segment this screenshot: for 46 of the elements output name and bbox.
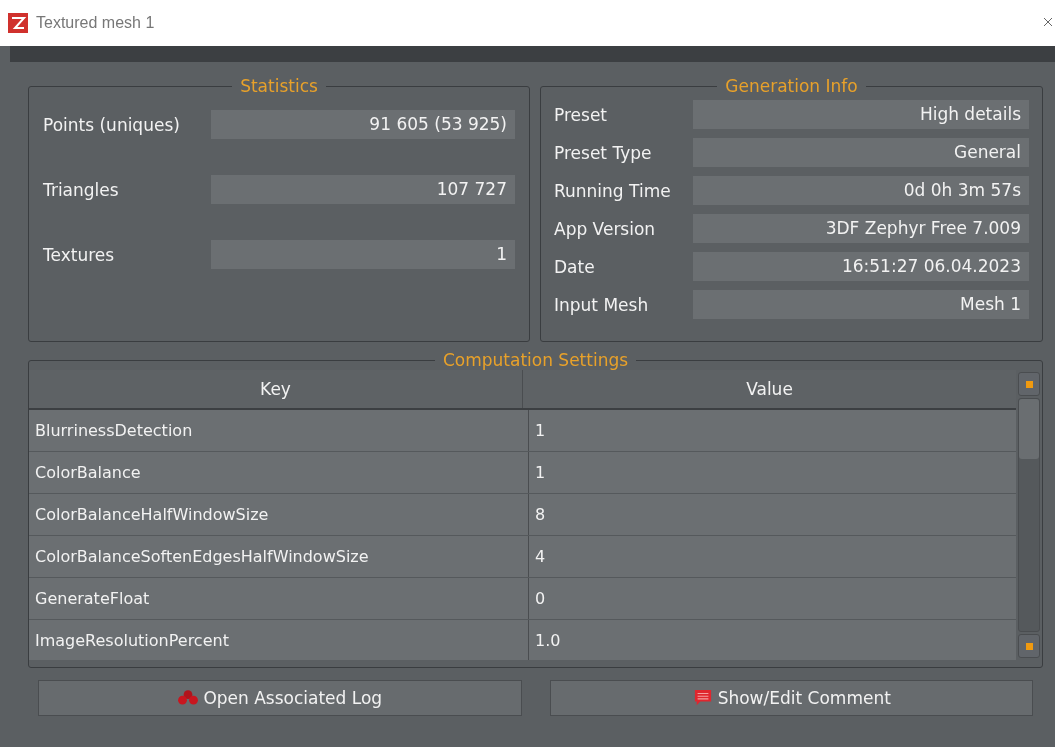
table-cell-text: 1.0 [534, 630, 562, 652]
table-cell: ColorBalanceHalfWindowSize [29, 494, 529, 535]
table-cell-text: 4 [534, 546, 547, 568]
table-cell-text: 0 [534, 588, 547, 610]
scroll-up-button[interactable] [1018, 372, 1040, 396]
scroll-track[interactable] [1018, 398, 1040, 632]
value-field: 107 727 [211, 175, 515, 204]
field-label: Triangles [43, 179, 120, 200]
window-title: Textured mesh 1 [36, 14, 155, 32]
field-label: Preset Type [554, 142, 653, 163]
table-cell: ColorBalanceSoftenEdgesHalfWindowSize [29, 536, 529, 577]
table-cell-text: 1 [534, 420, 547, 442]
scroll-thumb[interactable] [1019, 399, 1039, 459]
field-label: Preset [554, 104, 608, 125]
close-icon[interactable] [1043, 17, 1053, 27]
table-cell-text: 1 [534, 462, 547, 484]
circles-icon [177, 689, 200, 707]
field-label: Points (uniques) [43, 114, 181, 135]
open-log-button[interactable]: Open Associated Log [38, 680, 522, 716]
group-title: Computation Settings [441, 350, 630, 370]
field-label: Running Time [554, 180, 672, 201]
scrollbar[interactable] [1016, 370, 1042, 660]
scroll-down-button[interactable] [1018, 634, 1040, 658]
value-field: 0d 0h 3m 57s [693, 176, 1029, 205]
value-field: 16:51:27 06.04.2023 [693, 252, 1029, 281]
value-field: 3DF Zephyr Free 7.009 [693, 214, 1029, 243]
field-label: Date [554, 256, 596, 277]
group-title: Generation Info [724, 76, 859, 96]
column-header[interactable]: Value [523, 370, 1016, 408]
value-field: 91 605 (53 925) [211, 110, 515, 139]
column-header[interactable]: Key [29, 370, 523, 408]
group-title: Statistics [239, 76, 319, 96]
table-cell: ImageResolutionPercent [29, 620, 529, 660]
app-logo-icon [8, 13, 28, 33]
table-cell: BlurrinessDetection [29, 410, 529, 451]
field-label: Input Mesh [554, 294, 650, 315]
value-field: Mesh 1 [693, 290, 1029, 319]
value-field: High details [693, 100, 1029, 129]
field-label: App Version [554, 218, 657, 239]
comment-button[interactable]: Show/Edit Comment [549, 680, 1033, 716]
table-cell-text: 8 [534, 504, 547, 526]
field-label: Textures [43, 244, 116, 265]
value-field: General [693, 138, 1029, 167]
table-cell: ColorBalance [29, 452, 529, 493]
table-cell: GenerateFloat [29, 578, 529, 619]
value-field: 1 [211, 240, 515, 269]
